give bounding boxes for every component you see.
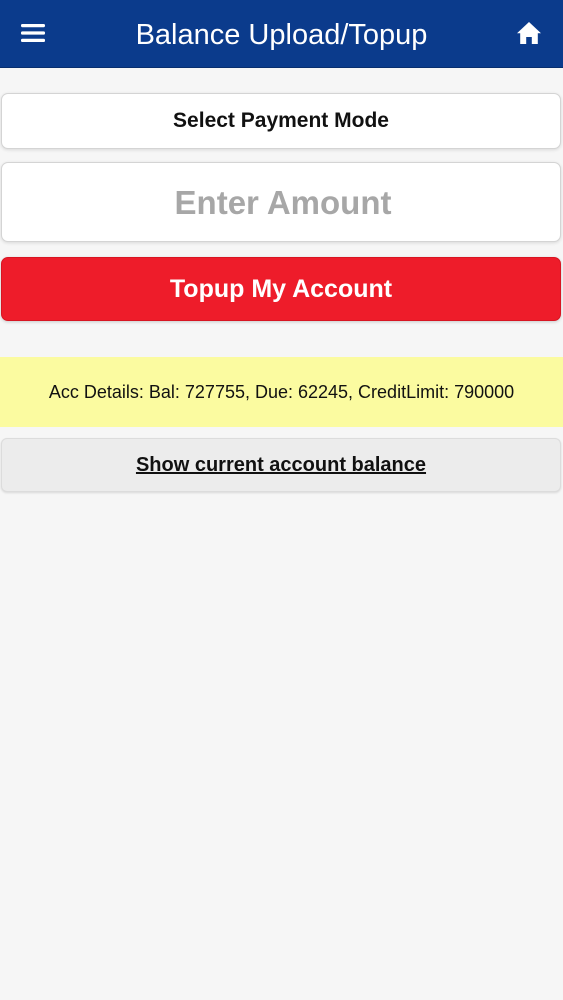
home-icon: [516, 21, 542, 50]
payment-mode-label: Select Payment Mode: [173, 109, 389, 132]
page-title: Balance Upload/Topup: [135, 19, 428, 51]
topup-account-button[interactable]: Topup My Account: [1, 257, 561, 321]
amount-field-container: [1, 162, 563, 243]
account-details-text: Acc Details: Bal: 727755, Due: 62245, Cr…: [48, 381, 515, 402]
show-balance-button[interactable]: Show current account balance: [1, 438, 561, 492]
app-header: Balance Upload/Topup: [0, 0, 563, 68]
menu-button[interactable]: [14, 18, 54, 52]
payment-mode-select[interactable]: Select Payment Mode: [1, 93, 561, 149]
amount-input[interactable]: [2, 163, 563, 243]
home-button[interactable]: [509, 18, 549, 52]
account-details-banner: Acc Details: Bal: 727755, Due: 62245, Cr…: [0, 357, 563, 427]
hamburger-menu-icon: [21, 22, 47, 49]
topup-button-label: Topup My Account: [169, 274, 393, 303]
show-balance-label: Show current account balance: [135, 453, 427, 476]
